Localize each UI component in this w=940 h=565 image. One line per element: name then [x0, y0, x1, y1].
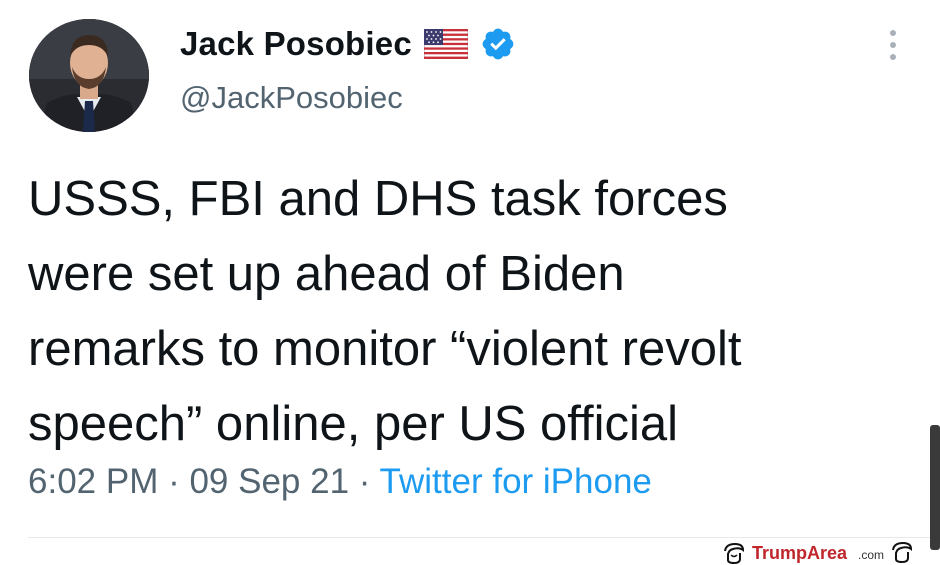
svg-text:TrumpArea: TrumpArea: [752, 543, 848, 563]
watermark: TrumpArea .com: [722, 541, 915, 565]
tweet-text-line: USSS, FBI and DHS task forces: [28, 172, 728, 226]
author-name-row: Jack Posobiec: [180, 22, 516, 66]
meta-separator: ·: [349, 462, 380, 501]
tweet-text-line: speech” online, per US official: [28, 397, 679, 451]
tweet-text: USSS, FBI and DHS task forces were set u…: [28, 162, 928, 462]
tweet-source-link[interactable]: Twitter for iPhone: [380, 462, 652, 501]
meta-separator: ·: [158, 462, 190, 501]
tweet-meta: 6:02 PM · 09 Sep 21 · Twitter for iPhone: [28, 462, 652, 502]
svg-text:.com: .com: [858, 548, 884, 562]
more-vertical-icon[interactable]: [884, 30, 902, 60]
verified-badge-icon: [482, 28, 514, 60]
more-dot: [890, 42, 896, 48]
trump-hair-icon: [724, 542, 745, 564]
tweet-time[interactable]: 6:02 PM: [28, 462, 158, 501]
tweet-text-line: remarks to monitor “violent revolt: [28, 322, 742, 376]
us-flag-icon: [423, 29, 468, 59]
scrollbar[interactable]: [930, 425, 940, 550]
divider: [28, 537, 940, 538]
tweet-text-line: were set up ahead of Biden: [28, 247, 625, 301]
author-avatar[interactable]: [29, 19, 149, 132]
watermark-logo: TrumpArea .com: [752, 541, 913, 564]
more-dot: [890, 54, 896, 60]
more-dot: [890, 30, 896, 36]
author-display-name[interactable]: Jack Posobiec: [180, 25, 412, 63]
author-handle[interactable]: @JackPosobiec: [180, 80, 403, 116]
tweet-date[interactable]: 09 Sep 21: [189, 462, 349, 501]
avatar-image: [29, 19, 149, 132]
